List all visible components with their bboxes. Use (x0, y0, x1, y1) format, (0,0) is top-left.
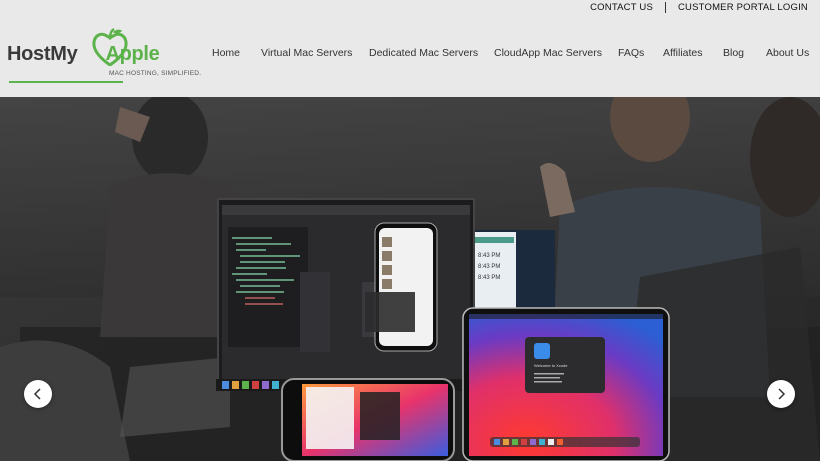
nav-affiliates[interactable]: Affiliates (663, 47, 703, 59)
site-header: CONTACT US CUSTOMER PORTAL LOGIN HostMy A… (0, 0, 820, 97)
logo-name-part2: Apple (105, 43, 160, 65)
customer-portal-login-link[interactable]: CUSTOMER PORTAL LOGIN (678, 2, 808, 13)
logo-underline (9, 81, 123, 83)
logo-name-part1: HostMy (7, 43, 78, 65)
chevron-right-icon (778, 388, 786, 400)
contact-us-link[interactable]: CONTACT US (590, 2, 653, 13)
sidebar-time-1: 8:43 PM (478, 253, 500, 259)
xcode-welcome-text: Welcome to Xcode (534, 363, 568, 368)
nav-dedicated-mac-servers[interactable]: Dedicated Mac Servers (369, 47, 478, 59)
topbar-divider (664, 2, 666, 13)
slider-prev-button[interactable] (24, 380, 52, 408)
logo-wordmark: HostMy Apple (7, 43, 160, 66)
nav-home[interactable]: Home (212, 47, 240, 59)
hero-slider: 8:43 PM 8:43 PM 8:43 PM Welcome to Xcode (0, 97, 820, 461)
nav-cloudapp-mac-servers[interactable]: CloudApp Mac Servers (494, 47, 602, 59)
nav-blog[interactable]: Blog (723, 47, 744, 59)
logo-tagline: MAC HOSTING, SIMPLIFIED. (109, 70, 202, 77)
chevron-left-icon (33, 388, 41, 400)
nav-faqs[interactable]: FAQs (618, 47, 644, 59)
slider-next-button[interactable] (767, 380, 795, 408)
sidebar-time-2: 8:43 PM (478, 264, 500, 270)
site-logo[interactable]: HostMy Apple MAC HOSTING, SIMPLIFIED. (7, 28, 201, 88)
top-utility-bar: CONTACT US CUSTOMER PORTAL LOGIN (590, 2, 808, 13)
hero-image: 8:43 PM 8:43 PM 8:43 PM Welcome to Xcode (0, 97, 820, 461)
nav-about-us[interactable]: About Us (766, 47, 809, 59)
sidebar-time-3: 8:43 PM (478, 275, 500, 281)
nav-virtual-mac-servers[interactable]: Virtual Mac Servers (261, 47, 352, 59)
